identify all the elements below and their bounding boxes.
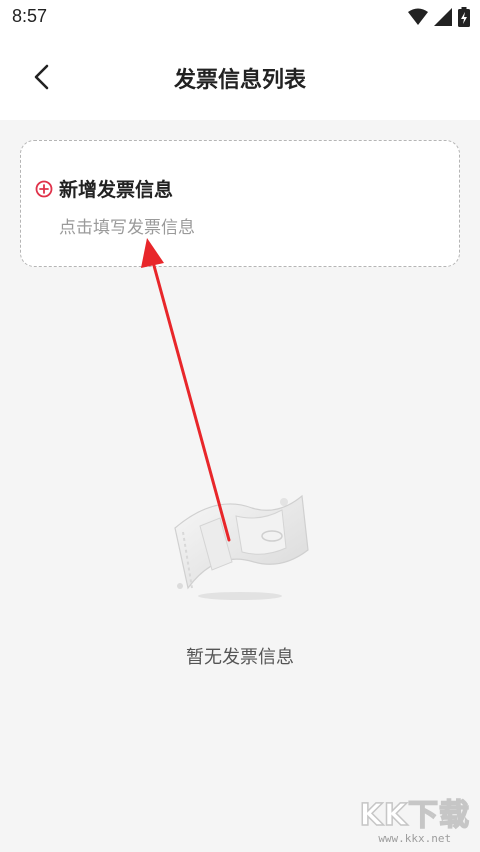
plus-circle-icon xyxy=(35,180,53,197)
status-bar: 8:57 xyxy=(0,0,480,34)
empty-ticket-icon xyxy=(174,494,309,600)
add-invoice-title: 新增发票信息 xyxy=(59,179,174,201)
signal-icon xyxy=(434,8,452,26)
watermark: KK下载 www.kkx.net xyxy=(359,798,471,845)
status-icons xyxy=(408,7,470,27)
annotation-arrow xyxy=(141,238,231,542)
watermark-url: www.kkx.net xyxy=(378,832,452,845)
add-invoice-title-row: 新增发票信息 xyxy=(35,175,173,202)
watermark-logo: KK下载 xyxy=(359,798,470,833)
battery-icon xyxy=(458,7,470,27)
header: 发票信息列表 xyxy=(0,34,480,120)
add-invoice-card[interactable]: 新增发票信息 点击填写发票信息 xyxy=(20,140,460,267)
empty-state-text: 暂无发票信息 xyxy=(186,647,294,668)
add-invoice-subtitle: 点击填写发票信息 xyxy=(59,218,195,238)
wifi-icon xyxy=(408,8,428,25)
status-time: 8:57 xyxy=(12,6,48,26)
page-title: 发票信息列表 xyxy=(173,68,306,93)
